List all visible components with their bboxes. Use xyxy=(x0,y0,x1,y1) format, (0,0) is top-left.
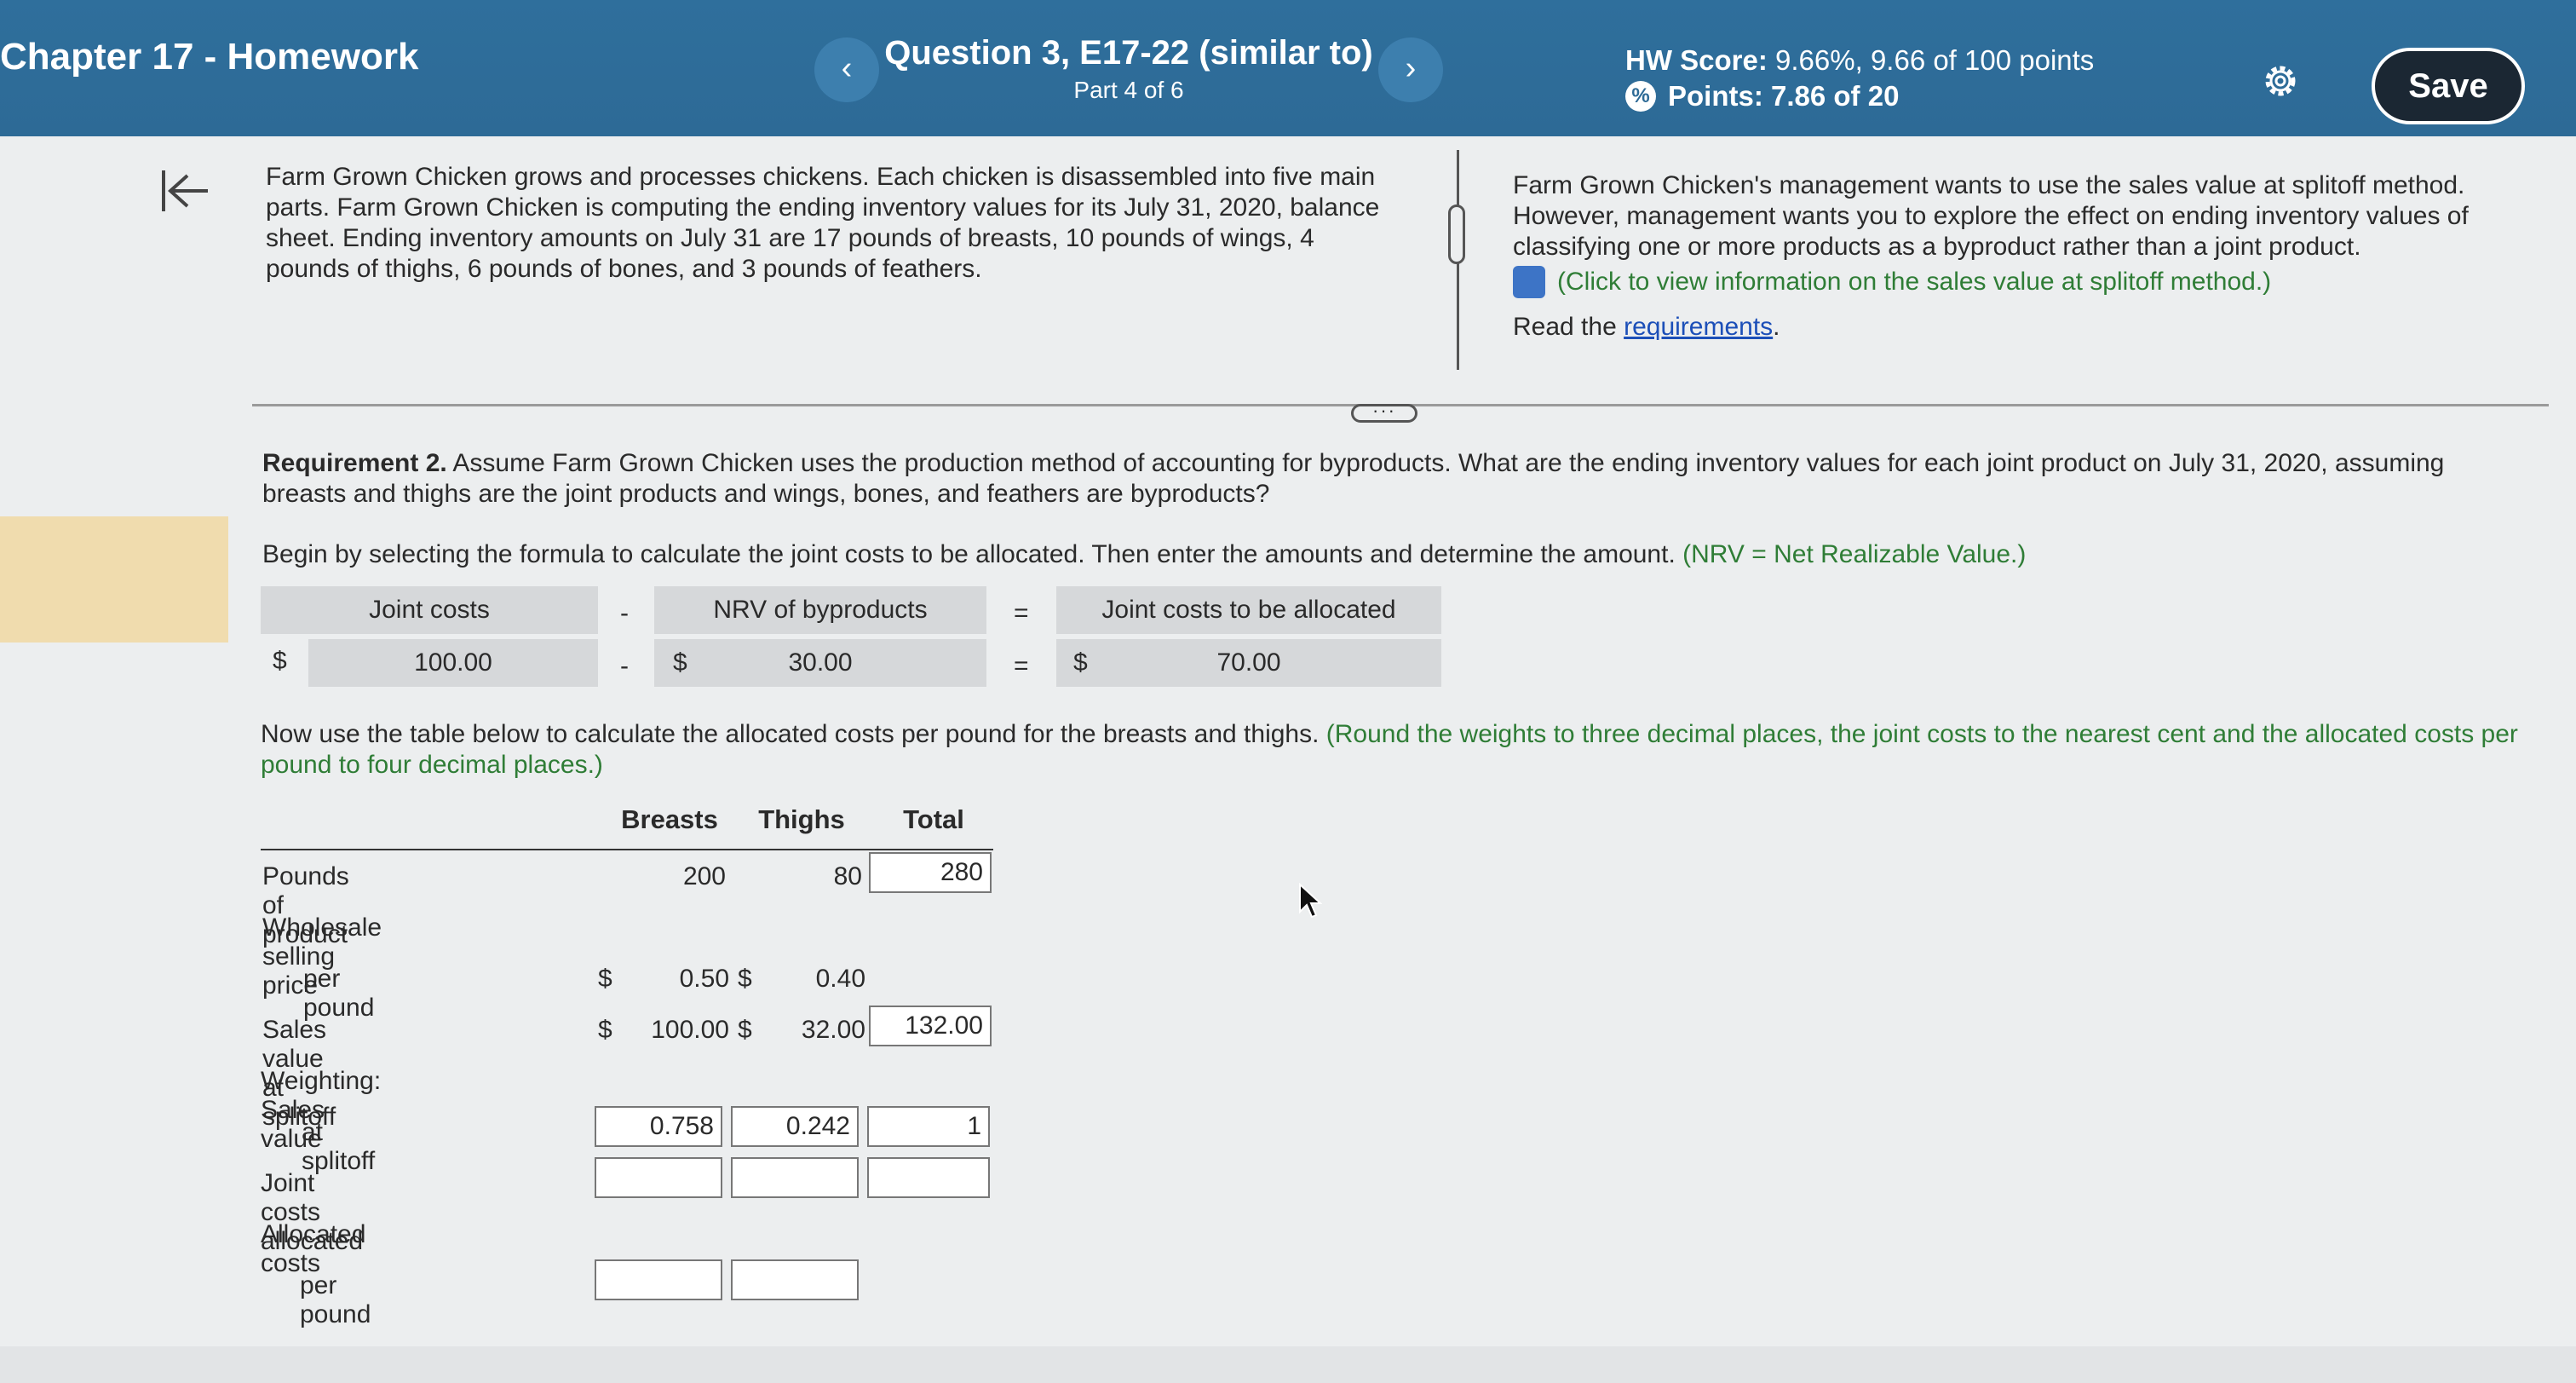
chevron-left-icon: ‹ xyxy=(841,50,853,86)
minus-sign: - xyxy=(620,652,629,680)
nrv-byproducts-cell: $ 30.00 xyxy=(654,639,986,687)
wsp-thighs: 0.40 xyxy=(815,965,865,993)
hw-score: HW Score: 9.66%, 9.66 of 100 points xyxy=(1625,44,2094,77)
weight-label-cont: at splitoff xyxy=(302,1118,376,1175)
begin-hint: (NRV = Net Realizable Value.) xyxy=(1675,540,2027,568)
now-text: Now use the table below to calculate the… xyxy=(261,720,1320,748)
points-label: Points: xyxy=(1668,80,1763,112)
chapter-title: Chapter 17 - Homework xyxy=(0,36,419,78)
requirement-text: Requirement 2. Assume Farm Grown Chicken… xyxy=(262,448,2528,510)
minus-sign: - xyxy=(620,599,629,627)
bottom-bar xyxy=(0,1346,2576,1383)
acpp-label: Allocated costs xyxy=(261,1220,366,1277)
question-title: Question 3, E17-22 (similar to) xyxy=(884,34,1373,72)
requirements-link[interactable]: requirements xyxy=(1624,313,1773,341)
pounds-thighs: 80 xyxy=(833,862,862,890)
equals-sign: = xyxy=(1014,652,1029,680)
requirement-body: Assume Farm Grown Chicken uses the produ… xyxy=(262,449,2445,508)
top-bar: Chapter 17 - Homework ‹ Question 3, E17-… xyxy=(0,0,2576,136)
collapse-panel-icon[interactable] xyxy=(158,167,211,215)
pounds-breasts: 200 xyxy=(682,862,726,890)
question-part: Part 4 of 6 xyxy=(1073,77,1184,103)
points-value: 7.86 of 20 xyxy=(1771,80,1900,112)
wsp-breasts: 0.50 xyxy=(679,965,729,993)
dollar-sign: $ xyxy=(598,965,612,993)
splitter-handle[interactable] xyxy=(1448,205,1465,264)
info-link-text[interactable]: (Click to view information on the sales … xyxy=(1557,267,2271,297)
mouse-cursor-icon xyxy=(1299,883,1322,919)
acpp-label-cont: per pound xyxy=(300,1271,371,1328)
col-thighs-header: Thighs xyxy=(758,804,845,834)
more-options-button[interactable]: ··· xyxy=(1351,401,1417,423)
joint-costs-allocated-value: 70.00 xyxy=(1216,648,1281,677)
requirement-label: Requirement 2. xyxy=(262,449,447,477)
acpp-thighs-input[interactable] xyxy=(731,1259,859,1300)
weight-total-input[interactable]: 1 xyxy=(867,1106,990,1147)
dollar-sign: $ xyxy=(598,1016,612,1044)
weight-breasts-input[interactable]: 0.758 xyxy=(595,1106,722,1147)
jca-total-input[interactable] xyxy=(867,1157,990,1198)
read-requirements: Read the requirements. xyxy=(1513,312,2527,343)
weight-thighs-input[interactable]: 0.242 xyxy=(731,1106,859,1147)
read-suffix: . xyxy=(1773,313,1780,341)
nrv-byproducts-header[interactable]: NRV of byproducts xyxy=(654,586,986,634)
management-text: Farm Grown Chicken's management wants to… xyxy=(1513,171,2469,261)
table-instructions: Now use the table below to calculate the… xyxy=(261,719,2544,781)
document-icon xyxy=(1513,266,1545,298)
wsp-label-cont: per pound xyxy=(303,965,375,1022)
dollar-sign: $ xyxy=(273,647,287,675)
formula-table: Joint costs - NRV of byproducts = Joint … xyxy=(261,586,1441,689)
problem-statement: Farm Grown Chicken grows and processes c… xyxy=(266,163,1380,283)
equals-sign: = xyxy=(1014,599,1029,627)
gear-icon[interactable] xyxy=(2259,60,2302,102)
sales-breasts: 100.00 xyxy=(651,1016,729,1044)
percent-icon: % xyxy=(1625,81,1656,112)
col-breasts-header: Breasts xyxy=(621,804,718,834)
pounds-total-input[interactable]: 280 xyxy=(869,852,992,893)
problem-context: Farm Grown Chicken's management wants to… xyxy=(1513,170,2527,343)
hw-score-label: HW Score: xyxy=(1625,44,1768,76)
joint-costs-header[interactable]: Joint costs xyxy=(261,586,598,634)
joint-costs-allocated-cell: $ 70.00 xyxy=(1056,639,1441,687)
sidebar-highlight xyxy=(0,516,228,643)
next-question-button[interactable]: › xyxy=(1378,37,1443,102)
nrv-byproducts-input[interactable]: 30.00 xyxy=(654,639,986,687)
prev-question-button[interactable]: ‹ xyxy=(814,37,879,102)
dollar-sign: $ xyxy=(738,1016,752,1044)
sales-total-input[interactable]: 132.00 xyxy=(869,1006,992,1046)
acpp-breasts-input[interactable] xyxy=(595,1259,722,1300)
formula-instructions: Begin by selecting the formula to calcul… xyxy=(262,540,2026,569)
col-total-header: Total xyxy=(903,804,964,834)
sales-thighs: 32.00 xyxy=(801,1016,865,1044)
points: % Points: 7.86 of 20 xyxy=(1625,80,1899,112)
header-rule xyxy=(261,849,993,850)
save-button[interactable]: Save xyxy=(2372,48,2525,124)
begin-text: Begin by selecting the formula to calcul… xyxy=(262,540,1676,568)
jca-thighs-input[interactable] xyxy=(731,1157,859,1198)
read-prefix: Read the xyxy=(1513,313,1624,341)
jca-breasts-input[interactable] xyxy=(595,1157,722,1198)
dollar-sign: $ xyxy=(738,965,752,993)
info-link[interactable]: (Click to view information on the sales … xyxy=(1513,266,2527,298)
joint-costs-allocated-header[interactable]: Joint costs to be allocated xyxy=(1056,586,1441,634)
joint-costs-input[interactable]: 100.00 xyxy=(308,639,598,687)
hw-score-value: 9.66%, 9.66 of 100 points xyxy=(1775,44,2095,76)
chevron-right-icon: › xyxy=(1405,50,1417,86)
